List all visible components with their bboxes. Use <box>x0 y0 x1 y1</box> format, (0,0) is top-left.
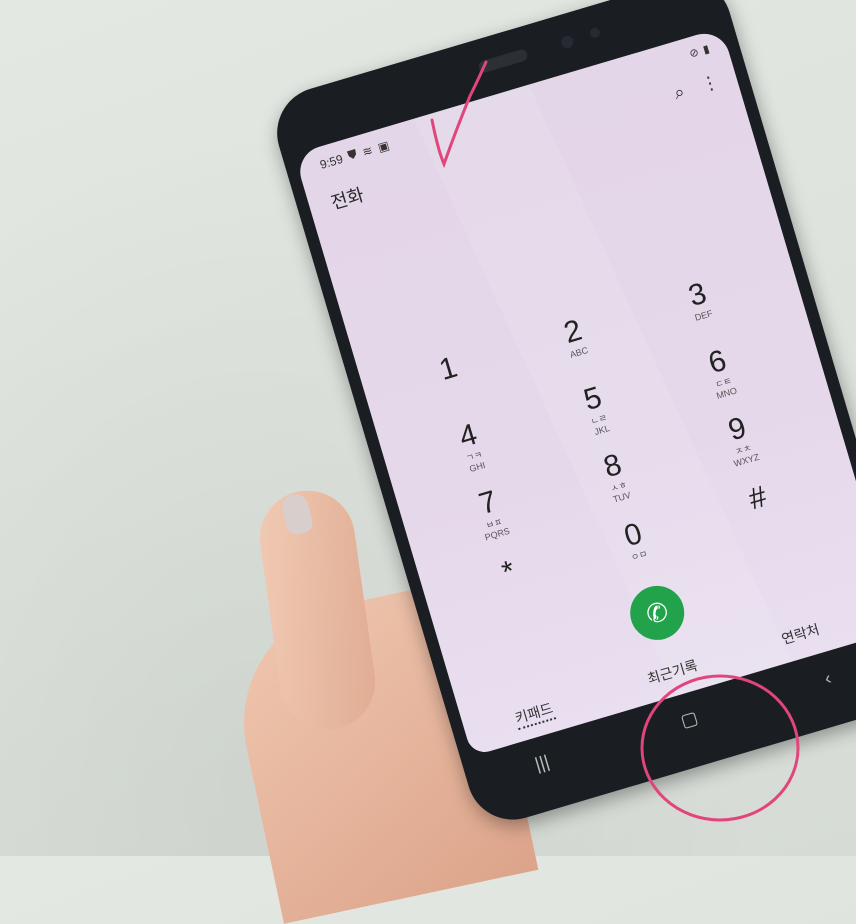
status-bar-right: ⊘ ▮ <box>688 42 711 60</box>
shield-icon: ⛊ <box>346 146 359 163</box>
back-icon[interactable]: ‹ <box>822 668 834 690</box>
gallery-icon: ▣ <box>376 137 391 155</box>
key-4[interactable]: 4 ㄱㅋ GHI <box>421 408 523 485</box>
key-1[interactable]: 1 <box>401 341 496 397</box>
key-digit: 1 <box>435 350 461 387</box>
key-hash[interactable]: # <box>710 471 805 527</box>
more-vertical-icon[interactable]: ⋮ <box>698 71 721 96</box>
phone-icon: ✆ <box>642 594 672 630</box>
status-time: 9:59 <box>318 151 345 172</box>
key-3[interactable]: 3 DEF <box>650 267 749 334</box>
front-camera <box>559 34 575 50</box>
iris-sensor <box>588 26 602 39</box>
search-icon[interactable]: ⌕ <box>672 81 688 104</box>
status-bar: 9:59 ⛊ ≋ ▣ <box>318 137 391 172</box>
page-title: 전화 <box>328 184 367 214</box>
tab-contacts[interactable]: 연락처 <box>779 619 822 649</box>
key-digit: * <box>498 554 519 590</box>
toolbar: ⌕ ⋮ <box>672 71 722 104</box>
earpiece <box>477 48 529 74</box>
dnd-icon: ⊘ <box>688 46 701 61</box>
wifi-icon: ≋ <box>360 142 375 159</box>
key-digit: # <box>745 479 771 517</box>
tab-keypad[interactable]: 키패드 <box>512 697 556 731</box>
key-9[interactable]: 9 ㅈㅊ WXYZ <box>690 401 792 478</box>
lock-icon: ▮ <box>701 43 711 57</box>
recents-icon[interactable]: ||| <box>532 751 551 775</box>
key-star[interactable]: * <box>461 544 556 600</box>
home-icon[interactable]: ▢ <box>678 707 700 732</box>
key-7[interactable]: 7 ㅂㅍ PQRS <box>440 475 542 552</box>
key-6[interactable]: 6 ㄷㅌ MNO <box>670 334 772 411</box>
